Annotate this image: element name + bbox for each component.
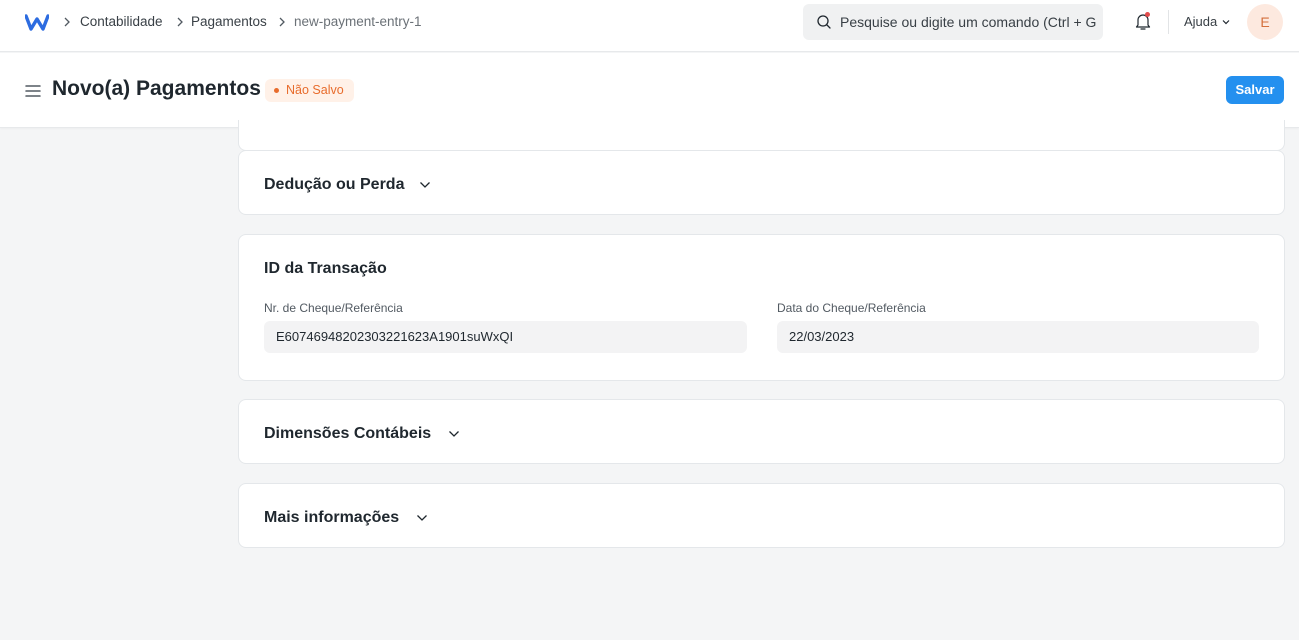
chevron-down-icon[interactable]: [448, 430, 460, 438]
hamburger-icon[interactable]: [25, 84, 41, 98]
status-dot: [274, 88, 279, 93]
chevron-down-icon[interactable]: [419, 181, 431, 189]
breadcrumb-current[interactable]: new-payment-entry-1: [294, 14, 422, 30]
page-title: Novo(a) Pagamentos: [52, 77, 261, 100]
navbar-divider: [1168, 10, 1169, 34]
save-button[interactable]: Salvar: [1226, 76, 1284, 104]
chevron-down-icon[interactable]: [1221, 18, 1231, 26]
avatar[interactable]: E: [1247, 4, 1283, 40]
breadcrumb-pagamentos[interactable]: Pagamentos: [191, 14, 267, 30]
notification-dot: [1145, 12, 1150, 17]
top-navbar: Contabilidade Pagamentos new-payment-ent…: [0, 0, 1299, 52]
section-more-info[interactable]: Mais informações: [238, 483, 1285, 548]
reference-no-field[interactable]: E60746948202303221623A1901suWxQI: [264, 321, 747, 353]
status-text: Não Salvo: [286, 83, 344, 97]
previous-section-card: [238, 120, 1285, 151]
reference-no-label: Nr. de Cheque/Referência: [264, 301, 403, 315]
section-title-dimensions[interactable]: Dimensões Contábeis: [264, 424, 431, 444]
section-title-more-info[interactable]: Mais informações: [264, 508, 399, 528]
reference-date-field[interactable]: 22/03/2023: [777, 321, 1259, 353]
help-menu[interactable]: Ajuda: [1184, 14, 1217, 30]
section-dimensions[interactable]: Dimensões Contábeis: [238, 399, 1285, 464]
chevron-down-icon[interactable]: [416, 514, 428, 522]
breadcrumb-contabilidade[interactable]: Contabilidade: [80, 14, 163, 30]
section-deduction[interactable]: Dedução ou Perda: [238, 150, 1285, 215]
section-title-deduction[interactable]: Dedução ou Perda: [264, 175, 404, 195]
status-badge: Não Salvo: [265, 79, 354, 102]
search-input[interactable]: Pesquise ou digite um comando (Ctrl + G): [840, 14, 1096, 30]
app-logo-icon[interactable]: [25, 13, 49, 33]
reference-date-label: Data do Cheque/Referência: [777, 301, 926, 315]
search-bar[interactable]: Pesquise ou digite um comando (Ctrl + G): [803, 4, 1103, 40]
chevron-right-icon: [279, 17, 285, 27]
search-icon: [817, 15, 831, 29]
page-header: Novo(a) Pagamentos Não Salvo Salvar: [0, 53, 1299, 128]
section-title-transaction: ID da Transação: [264, 260, 387, 277]
chevron-right-icon: [177, 17, 183, 27]
section-transaction: ID da Transação Nr. de Cheque/Referência…: [238, 234, 1285, 381]
chevron-right-icon: [64, 17, 70, 27]
